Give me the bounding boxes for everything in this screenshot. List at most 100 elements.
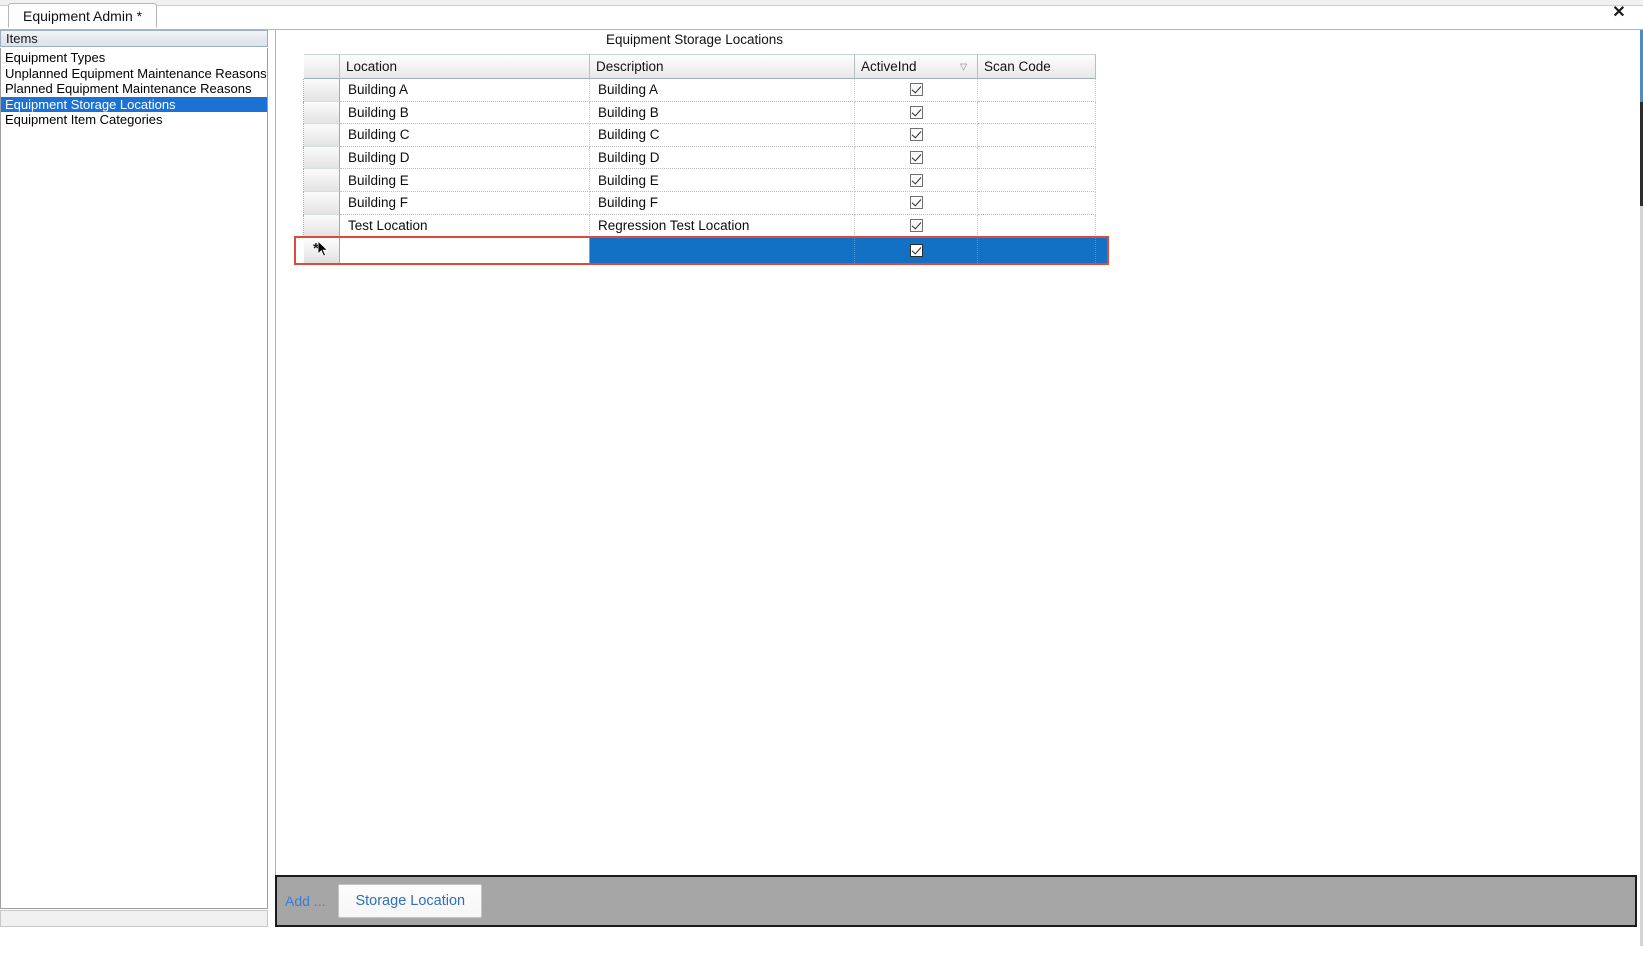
cell-scan-code[interactable] [978,169,1096,192]
tab-equipment-admin[interactable]: Equipment Admin * [8,3,158,28]
mouse-pointer-icon [318,241,329,257]
cell-location[interactable]: Building E [340,169,590,192]
checkbox-activeind[interactable] [909,196,923,210]
column-header-description[interactable]: Description [590,54,855,79]
page-title: Equipment Storage Locations [605,32,784,47]
table-row[interactable]: Building C Building C [296,124,1107,147]
checkbox-activeind[interactable] [909,218,923,232]
cell-location[interactable]: Building C [340,124,590,147]
cell-description[interactable] [590,238,855,264]
column-header-label: Scan Code [984,59,1051,74]
table-row[interactable]: Building A Building A [296,79,1107,102]
row-gutter [296,169,304,192]
items-panel-footer [0,910,268,927]
cell-activeind[interactable] [855,124,978,147]
cell-activeind[interactable] [855,79,978,102]
row-gutter [296,79,304,102]
cell-scan-code[interactable] [978,101,1096,125]
row-header-cell[interactable] [304,191,340,215]
cell-activeind[interactable] [855,146,978,170]
cell-location[interactable]: Building D [340,146,590,170]
items-list[interactable]: Equipment Types Unplanned Equipment Main… [0,48,268,909]
checkbox-activeind[interactable] [909,173,923,187]
tab-strip: Equipment Admin * ✕ [0,0,1643,30]
cell-description[interactable]: Regression Test Location [590,214,855,238]
tab-label: Equipment Admin * [23,7,143,24]
new-record-row[interactable]: * [294,236,1109,266]
cell-activeind[interactable] [855,238,978,264]
grid-rowheader-corner[interactable] [304,54,340,79]
cell-description[interactable]: Building B [590,101,855,125]
row-gutter [296,101,304,125]
cell-scan-code[interactable] [978,238,1096,264]
table-row[interactable]: Building E Building E [296,169,1107,192]
cell-location-editor[interactable] [340,238,590,264]
items-panel-header: Items [0,30,268,47]
sidebar-item-planned-equipment-maintenance-reasons[interactable]: Planned Equipment Maintenance Reasons [1,81,267,97]
table-row[interactable]: Building F Building F [296,191,1107,215]
table-row[interactable]: Building D Building D [296,146,1107,170]
close-icon[interactable]: ✕ [1609,3,1629,23]
grid-header-row: Location Description ActiveInd ▽ Scan Co… [296,54,1107,79]
row-header-cell[interactable] [304,146,340,170]
content-panel: Equipment Storage Locations Location Des… [275,30,1637,875]
row-header-cell[interactable] [304,79,340,102]
cell-activeind[interactable] [855,191,978,215]
column-header-location[interactable]: Location [340,54,590,79]
cell-description[interactable]: Building A [590,79,855,102]
cell-location[interactable]: Building B [340,101,590,125]
row-header-cell[interactable] [304,101,340,125]
cell-description[interactable]: Building F [590,191,855,215]
cell-scan-code[interactable] [978,146,1096,170]
cell-scan-code[interactable] [978,79,1096,102]
row-gutter [296,214,304,238]
grid-gutter [296,54,304,79]
cell-description[interactable]: Building E [590,169,855,192]
checkbox-activeind[interactable] [909,151,923,165]
checkbox-activeind[interactable] [909,128,923,142]
column-header-activeind[interactable]: ActiveInd ▽ [855,54,978,79]
application-window: Equipment Admin * ✕ Items Equipment Type… [0,0,1643,964]
sidebar-item-equipment-types[interactable]: Equipment Types [1,50,267,66]
cell-activeind[interactable] [855,169,978,192]
cell-scan-code[interactable] [978,124,1096,147]
cell-activeind[interactable] [855,101,978,125]
sidebar-item-label: Unplanned Equipment Maintenance Reasons [5,65,267,81]
cell-description[interactable]: Building D [590,146,855,170]
bottom-toolbar: Add ... Storage Location [275,875,1637,927]
cell-scan-code[interactable] [978,214,1096,238]
checkbox-activeind[interactable] [909,244,923,258]
cell-activeind[interactable] [855,214,978,238]
row-gutter [296,146,304,170]
sidebar-item-label: Equipment Item Categories [5,112,163,127]
sidebar-item-equipment-storage-locations[interactable]: Equipment Storage Locations [1,96,267,112]
add-storage-location-button[interactable]: Storage Location [338,884,483,918]
sidebar-item-label: Planned Equipment Maintenance Reasons [5,81,252,96]
checkbox-activeind[interactable] [909,105,923,119]
sidebar-item-unplanned-equipment-maintenance-reasons[interactable]: Unplanned Equipment Maintenance Reasons [1,66,267,82]
cell-location[interactable]: Building F [340,191,590,215]
tab-strip-background [0,0,1643,6]
row-gutter [296,124,304,147]
sidebar-item-label: Equipment Storage Locations [5,96,176,112]
row-header-cell[interactable] [304,169,340,192]
checkbox-activeind[interactable] [909,83,923,97]
cell-description[interactable]: Building C [590,124,855,147]
row-header-cell[interactable] [304,124,340,147]
panel-splitter[interactable] [268,30,275,947]
cell-scan-code[interactable] [978,191,1096,215]
column-header-label: Location [346,59,398,74]
sort-descending-icon: ▽ [960,61,967,71]
add-label[interactable]: Add ... [285,893,325,909]
cell-location[interactable]: Building A [340,79,590,102]
cell-location[interactable]: Test Location [340,214,590,238]
column-header-scan-code[interactable]: Scan Code [978,54,1096,79]
row-header-cell[interactable] [304,214,340,238]
new-row-header-cell[interactable]: * [304,238,340,264]
row-gutter [296,191,304,215]
table-row[interactable]: Building B Building B [296,101,1107,125]
column-header-label: ActiveInd [861,59,917,74]
add-storage-location-label: Storage Location [355,893,466,909]
table-row[interactable]: Test Location Regression Test Location [296,214,1107,238]
sidebar-item-equipment-item-categories[interactable]: Equipment Item Categories [1,112,267,128]
